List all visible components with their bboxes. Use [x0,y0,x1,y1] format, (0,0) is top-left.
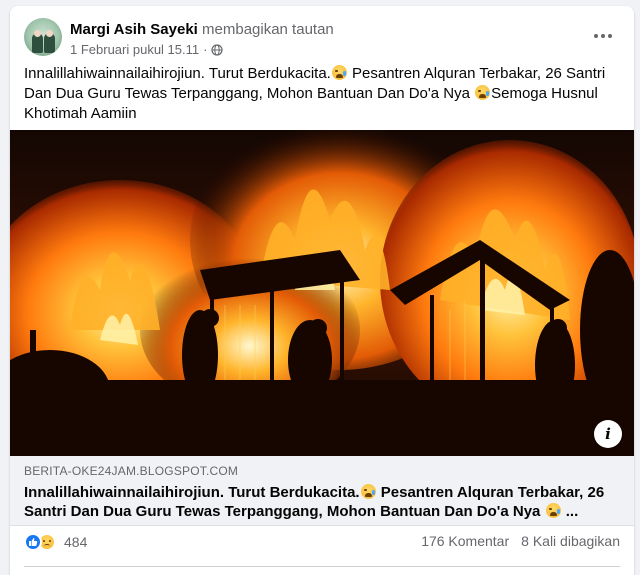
avatar[interactable] [24,18,62,56]
fire-photo [10,130,634,456]
like-reaction-icon [24,533,42,551]
post-meta: 1 Februari pukul 15.11 · [70,42,224,57]
reaction-count: 484 [64,534,88,550]
actions-divider [24,566,620,567]
author-line: Margi Asih Sayeki membagikan tautan [70,21,334,38]
post-action-text: membagikan tautan [202,21,334,38]
share-count[interactable]: 8 Kali dibagikan [521,533,620,549]
crying-emoji-icon [360,484,376,499]
author-name[interactable]: Margi Asih Sayeki [70,21,198,38]
post-text: Innalillahiwainnailaihirojiun. Turut Ber… [24,65,606,122]
link-title: Innalillahiwainnailaihirojiun. Turut Ber… [24,484,605,520]
comment-count[interactable]: 176 Komentar [421,533,509,549]
more-options-button[interactable] [588,24,618,48]
info-button[interactable]: i [594,420,622,448]
link-domain: BERITA-OKE24JAM.BLOGSPOT.COM [24,464,239,478]
post-stats: 484 176 Komentar 8 Kali dibagikan [24,533,620,553]
crying-emoji-icon [331,65,347,80]
more-dots-icon [594,34,598,38]
crying-emoji-icon [545,503,561,518]
crying-emoji-icon [475,85,491,100]
link-preview-image[interactable]: i [10,130,634,456]
globe-icon [211,43,224,56]
link-preview-meta[interactable]: BERITA-OKE24JAM.BLOGSPOT.COM Innalillahi… [10,456,634,526]
post-card: Margi Asih Sayeki membagikan tautan 1 Fe… [10,6,634,575]
post-timestamp[interactable]: 1 Februari pukul 15.11 [70,42,199,57]
comment-share-counts: 176 Komentar 8 Kali dibagikan [421,533,620,549]
post-header: Margi Asih Sayeki membagikan tautan 1 Fe… [24,18,624,58]
reactions-summary[interactable]: 484 [24,533,87,551]
